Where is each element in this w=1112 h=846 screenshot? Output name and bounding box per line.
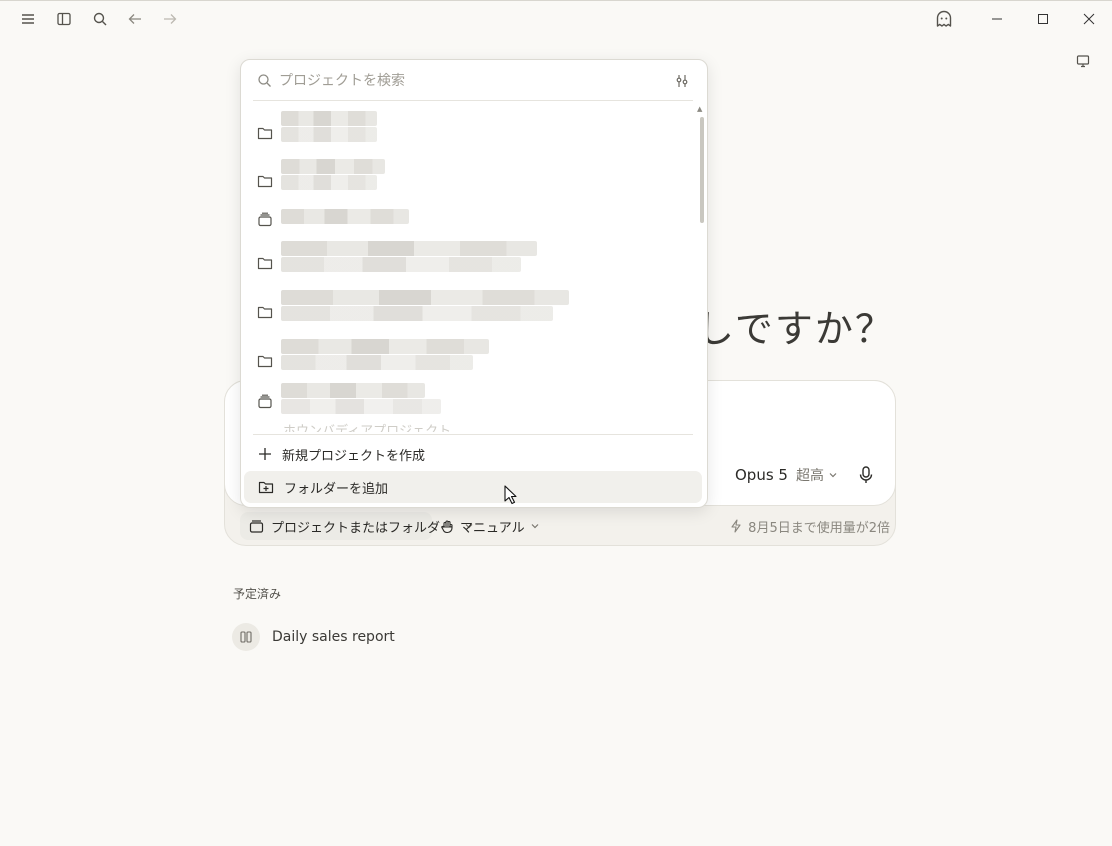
project-selector-button[interactable]: プロジェクトまたはフォルダー — [240, 512, 473, 540]
project-list-item[interactable] — [251, 290, 691, 334]
project-list-item[interactable] — [251, 241, 691, 285]
project-list-item[interactable] — [251, 111, 691, 155]
microphone-icon[interactable] — [855, 464, 877, 486]
divider — [253, 434, 693, 435]
ghost-icon[interactable] — [930, 5, 958, 33]
scheduled-heading: 予定済み — [233, 587, 282, 601]
close-icon[interactable] — [1069, 4, 1109, 34]
redacted-project-name — [281, 379, 445, 423]
stack-icon — [249, 519, 264, 534]
forward-icon[interactable] — [156, 5, 184, 33]
usage-note: 8月5日まで使用量が2倍 — [730, 512, 890, 540]
project-selector-label: プロジェクトまたはフォルダー — [271, 520, 454, 536]
search-icon[interactable] — [86, 5, 114, 33]
mode-label: マニュアル — [460, 520, 525, 536]
create-project-button[interactable]: 新規プロジェクトを作成 — [244, 438, 702, 470]
scrollbar-thumb[interactable] — [700, 117, 704, 223]
greeting-heading: しですか？ — [696, 307, 895, 351]
menu-icon[interactable] — [14, 5, 42, 33]
stack-icon — [255, 391, 275, 411]
pause-icon — [232, 623, 260, 651]
folder-icon — [255, 253, 275, 273]
project-search-input[interactable] — [277, 68, 661, 94]
project-list-item[interactable] — [251, 197, 691, 241]
scheduled-item-label: Daily sales report — [272, 629, 395, 645]
usage-note-text: 8月5日まで使用量が2倍 — [748, 520, 890, 536]
project-list-item[interactable] — [251, 339, 691, 383]
sidebar-toggle-icon[interactable] — [50, 5, 78, 33]
monitor-icon[interactable] — [1073, 51, 1093, 71]
composer-toolbar: プロジェクトまたはフォルダー マニュアル 8月5日まで使用量が2倍 — [240, 512, 890, 540]
partially-visible-project: ホウンバディアプロジェクト — [283, 424, 452, 432]
folder-icon — [255, 171, 275, 191]
folder-icon — [255, 123, 275, 143]
project-list — [241, 101, 707, 433]
add-folder-button[interactable]: フォルダーを追加 — [244, 471, 702, 503]
plus-icon — [258, 447, 272, 461]
minimize-icon[interactable] — [977, 4, 1017, 34]
filter-icon[interactable] — [671, 70, 693, 92]
redacted-project-name — [281, 290, 573, 334]
project-search-bar — [241, 60, 707, 100]
project-list-item[interactable] — [251, 379, 691, 423]
redacted-project-name — [281, 241, 543, 285]
model-effort: 超高 — [795, 468, 824, 484]
add-folder-label: フォルダーを追加 — [284, 481, 389, 497]
mouse-cursor-icon — [504, 485, 518, 505]
add-folder-icon — [258, 480, 274, 494]
redacted-project-name — [281, 111, 381, 155]
model-selector[interactable]: Opus 5 超高 — [735, 463, 838, 487]
mode-selector-button[interactable]: マニュアル — [440, 512, 540, 540]
folder-icon — [255, 302, 275, 322]
chevron-down-icon — [530, 521, 540, 531]
model-name: Opus 5 — [735, 466, 788, 484]
hand-icon — [440, 519, 455, 534]
redacted-project-name — [281, 197, 421, 241]
chevron-down-icon — [828, 470, 838, 480]
search-icon — [254, 70, 274, 90]
scheduled-item[interactable]: Daily sales report — [232, 622, 395, 652]
maximize-icon[interactable] — [1023, 4, 1063, 34]
stack-icon — [255, 209, 275, 229]
redacted-project-name — [281, 339, 493, 383]
folder-icon — [255, 351, 275, 371]
lightning-icon — [730, 519, 742, 533]
create-project-label: 新規プロジェクトを作成 — [282, 448, 426, 464]
back-icon[interactable] — [121, 5, 149, 33]
project-dropdown: ホウンバディアプロジェクト ▲ 新規プロジェクトを作成 フォルダーを追加 — [240, 59, 708, 508]
